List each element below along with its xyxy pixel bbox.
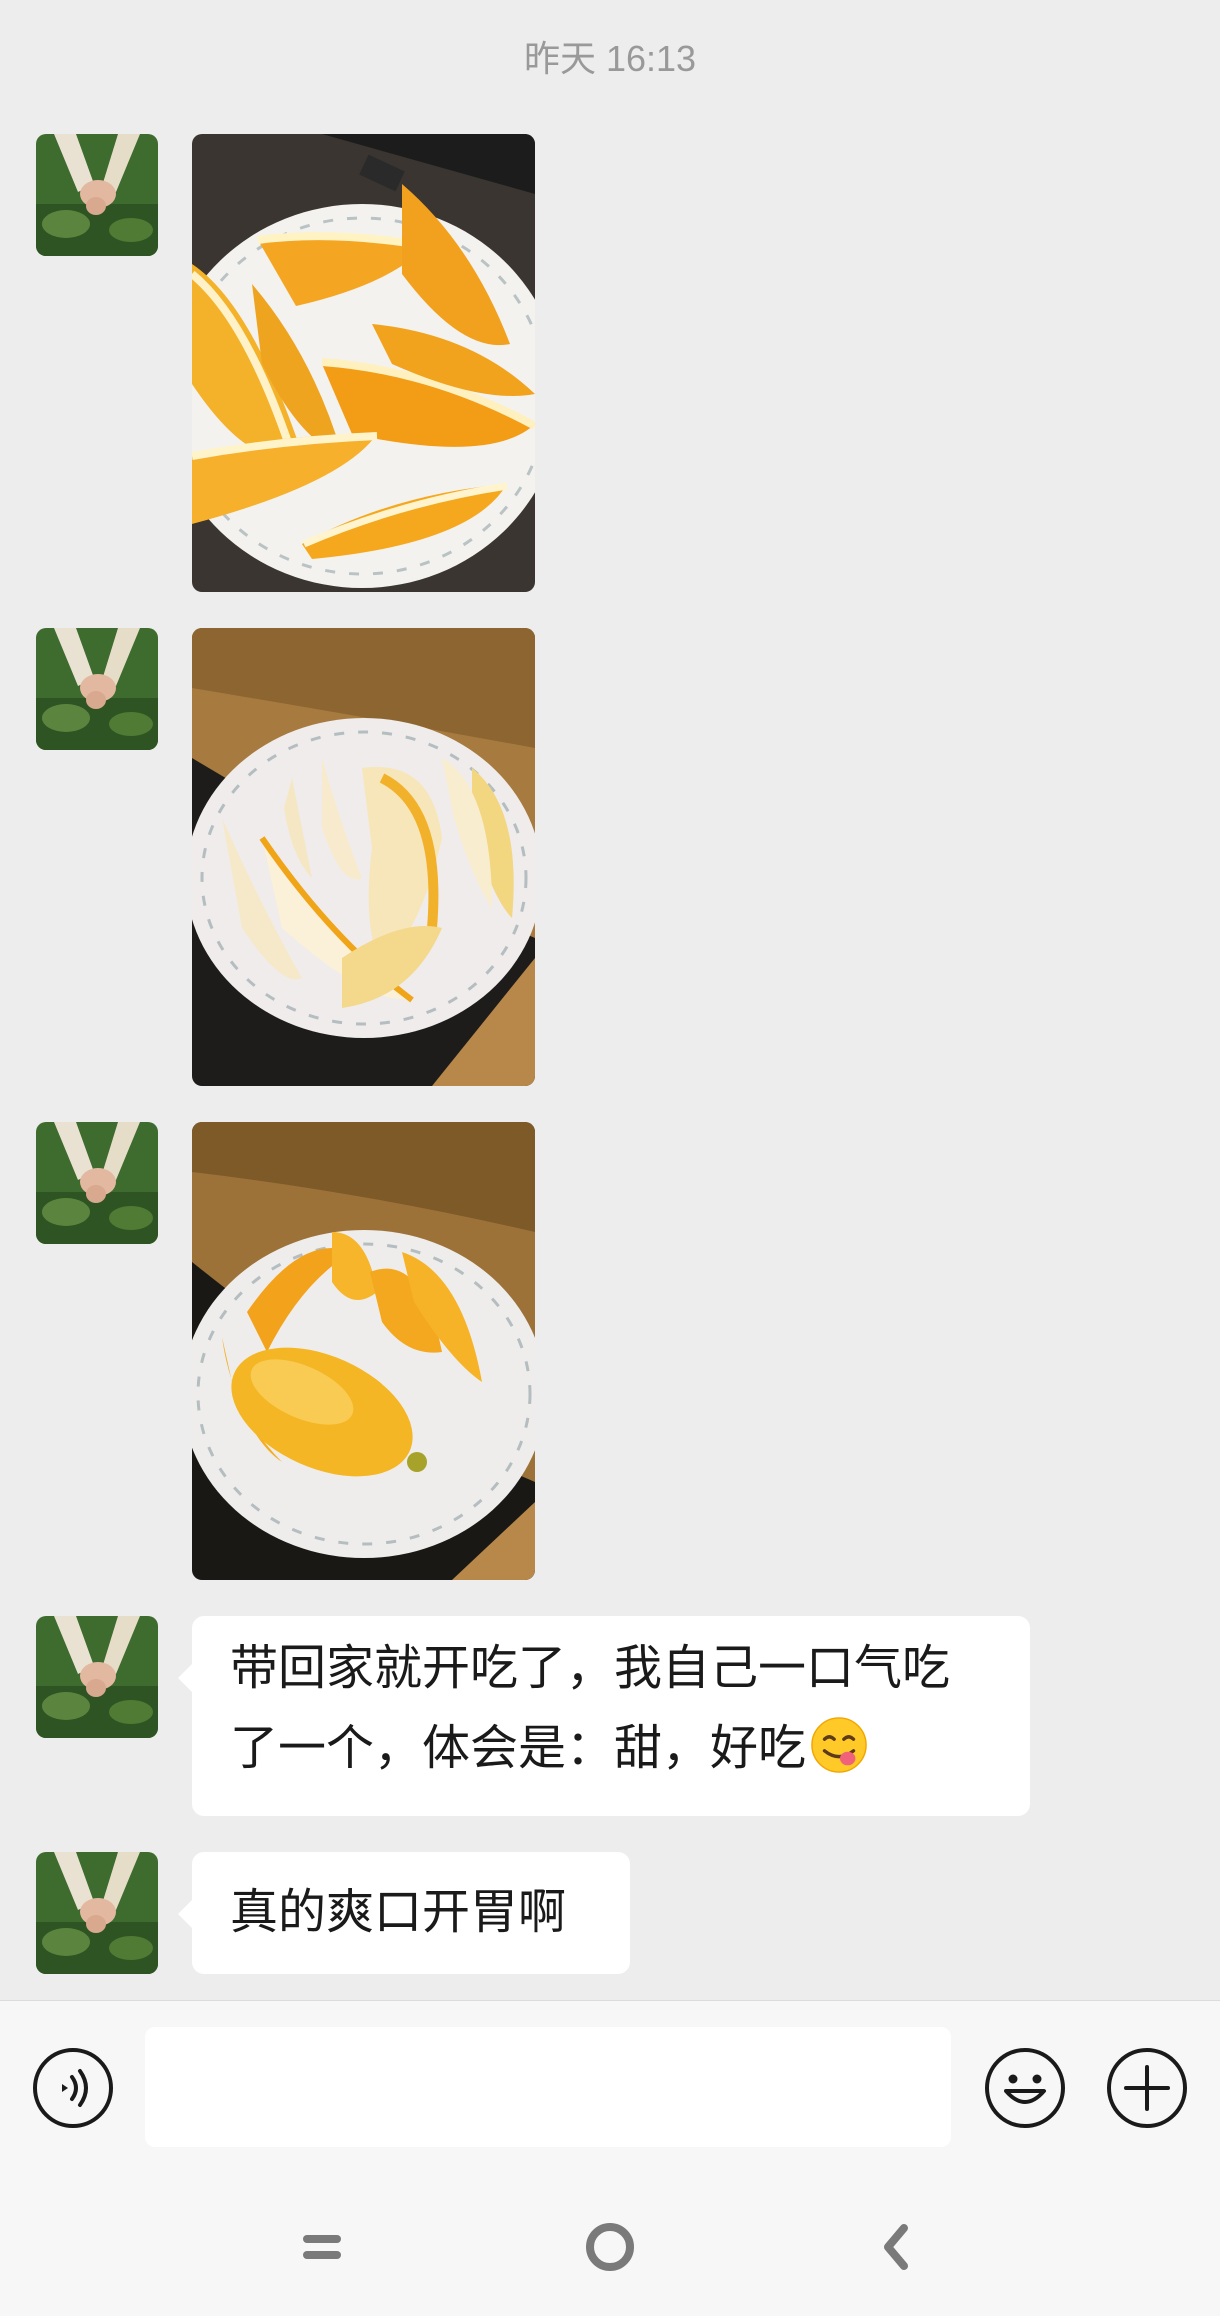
- system-navigation-bar: [0, 2176, 1220, 2316]
- menu-icon[interactable]: [287, 2212, 357, 2282]
- message-text-line: 真的爽口开胃啊: [230, 1884, 567, 1940]
- emoji-icon[interactable]: [984, 2047, 1066, 2129]
- chat-area[interactable]: 昨天 16:13 带回家就开吃了，我自己一口气吃 了一个，体会是：甜，好吃 真的…: [0, 0, 1220, 2000]
- contact-avatar[interactable]: [36, 1852, 158, 1974]
- chat-image-orange-peels[interactable]: [192, 628, 535, 1086]
- contact-avatar[interactable]: [36, 1122, 158, 1244]
- message-text-line: 了一个，体会是：甜，好吃: [230, 1720, 807, 1776]
- chat-input-bar: [0, 2000, 1220, 2177]
- chat-image-peeled-orange[interactable]: [192, 1122, 535, 1580]
- message-timestamp: 昨天 16:13: [523, 38, 697, 79]
- face-savoring-food-emoji-icon: [811, 1717, 867, 1773]
- plus-icon[interactable]: [1106, 2047, 1188, 2129]
- home-icon[interactable]: [575, 2212, 645, 2282]
- chat-image-sliced-oranges[interactable]: [192, 134, 535, 592]
- voice-icon[interactable]: [32, 2047, 114, 2129]
- message-text-line: 带回家就开吃了，我自己一口气吃: [230, 1640, 951, 1696]
- contact-avatar[interactable]: [36, 134, 158, 256]
- back-icon[interactable]: [862, 2212, 932, 2282]
- message-input[interactable]: [145, 2027, 951, 2147]
- contact-avatar[interactable]: [36, 628, 158, 750]
- message-bubble[interactable]: 带回家就开吃了，我自己一口气吃 了一个，体会是：甜，好吃: [178, 1616, 1030, 1816]
- message-bubble[interactable]: 真的爽口开胃啊: [178, 1852, 630, 1974]
- contact-avatar[interactable]: [36, 1616, 158, 1738]
- message-text-line-with-emoji: 了一个，体会是：甜，好吃: [230, 1708, 992, 1788]
